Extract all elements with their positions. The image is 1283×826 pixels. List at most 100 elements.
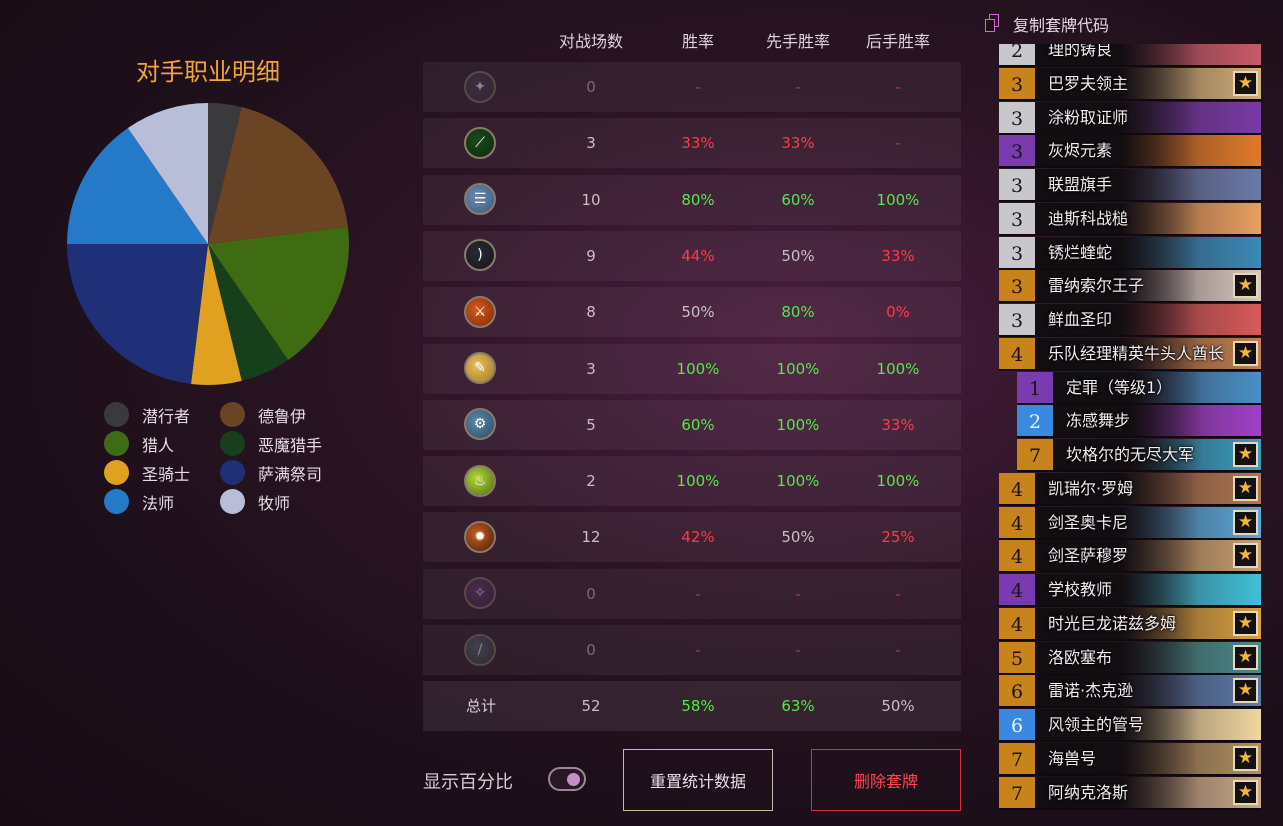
legend-item[interactable]: 圣骑士 bbox=[104, 460, 220, 485]
header-first-winrate[interactable]: 先手胜率 bbox=[743, 28, 853, 52]
legend-item[interactable]: 牧师 bbox=[220, 489, 336, 514]
chart-title: 对手职业明细 bbox=[136, 58, 280, 86]
table-row[interactable]: ⚙ 5 60% 100% 33% bbox=[423, 399, 961, 450]
card-cost: 4 bbox=[999, 337, 1035, 369]
first-winrate-value: 33% bbox=[781, 134, 815, 153]
pie-legend: 潜行者 德鲁伊猎人 恶魔猎手 圣骑士 萨满祭司 法师 牧师 bbox=[104, 402, 344, 514]
deck-card[interactable]: 4 凯瑞尔·罗姆 ★ bbox=[999, 472, 1261, 506]
second-winrate-value: 100% bbox=[876, 359, 920, 378]
legendary-star-icon: ★ bbox=[1233, 340, 1258, 366]
reset-stats-button[interactable]: 重置统计数据 bbox=[623, 749, 773, 811]
deck-card[interactable]: 3 鲜血圣印 bbox=[999, 304, 1261, 337]
second-winrate-value: 100% bbox=[876, 472, 920, 491]
table-row[interactable]: ✧ 0 - - - bbox=[423, 568, 961, 619]
second-winrate-value: 33% bbox=[881, 246, 915, 265]
card-cost: 7 bbox=[1017, 439, 1053, 470]
legendary-star-icon: ★ bbox=[1233, 442, 1258, 467]
deck-card[interactable]: 2 冻感舞步 bbox=[1017, 405, 1261, 439]
second-winrate-value: - bbox=[895, 134, 901, 153]
class-icon-cell: ✎ bbox=[450, 344, 510, 394]
card-name: 雷诺·杰克逊 bbox=[1048, 681, 1134, 701]
class-icon-cell: ⚔ bbox=[450, 287, 510, 337]
total-label: 总计 bbox=[465, 697, 496, 715]
deck-card[interactable]: 4 剑圣萨穆罗 ★ bbox=[999, 540, 1261, 574]
table-row[interactable]: ✦ 0 - - - bbox=[423, 62, 961, 112]
legend-swatch bbox=[104, 460, 129, 485]
class-icon-purple-faded: ✧ bbox=[464, 577, 496, 610]
table-row[interactable]: ☰ 10 80% 60% 100% bbox=[423, 174, 961, 225]
deck-card[interactable]: 3 联盟旗手 bbox=[999, 169, 1261, 202]
card-name: 剑圣萨穆罗 bbox=[1048, 546, 1129, 566]
deck-card[interactable]: 2 理的铸良 bbox=[999, 44, 1261, 67]
games-count: 12 bbox=[581, 528, 601, 547]
winrate-value: 33% bbox=[681, 134, 715, 153]
deck-card[interactable]: 6 风领主的管号 bbox=[999, 709, 1261, 742]
deck-card[interactable]: 5 洛欧塞布 ★ bbox=[999, 641, 1261, 675]
class-icon-cell: ✦ bbox=[450, 62, 510, 112]
class-icon-sword-faded: / bbox=[464, 633, 496, 666]
opponent-class-pie-chart bbox=[67, 103, 349, 386]
games-count: 0 bbox=[586, 584, 596, 603]
legend-item[interactable]: 萨满祭司 bbox=[220, 460, 336, 485]
legend-item[interactable]: 恶魔猎手 bbox=[220, 431, 336, 456]
legendary-star-icon: ★ bbox=[1233, 745, 1258, 771]
legend-swatch bbox=[104, 431, 129, 456]
table-row[interactable]: ✹ 12 42% 50% 25% bbox=[423, 512, 961, 563]
card-cost: 6 bbox=[999, 709, 1035, 740]
deck-card[interactable]: 4 学校教师 bbox=[999, 574, 1261, 607]
legendary-star-icon: ★ bbox=[1233, 543, 1258, 569]
deck-card[interactable]: 4 乐队经理精英牛头人酋长 ★ bbox=[999, 337, 1261, 371]
copy-deck-code-button[interactable]: 复制套牌代码 bbox=[985, 12, 1109, 36]
second-winrate-value: 0% bbox=[886, 303, 910, 322]
show-percentage-toggle[interactable] bbox=[548, 767, 586, 791]
legend-item[interactable]: 德鲁伊 bbox=[220, 402, 336, 427]
deck-card[interactable]: 3 巴罗夫领主 ★ bbox=[999, 67, 1261, 101]
card-cost: 4 bbox=[999, 607, 1035, 639]
header-games[interactable]: 对战场数 bbox=[536, 28, 646, 52]
deck-card[interactable]: 7 坎格尔的无尽大军 ★ bbox=[1017, 439, 1261, 472]
class-icon-cell: ⚙ bbox=[450, 400, 510, 450]
legendary-star-icon: ★ bbox=[1233, 475, 1258, 501]
card-name: 海兽号 bbox=[1048, 748, 1097, 768]
card-cost: 3 bbox=[999, 169, 1035, 200]
winrate-value: 44% bbox=[681, 246, 715, 265]
card-cost: 2 bbox=[1017, 405, 1053, 437]
second-winrate-value: 25% bbox=[881, 528, 915, 547]
winrate-value: - bbox=[695, 641, 701, 659]
table-row[interactable]: ) 9 44% 50% 33% bbox=[423, 230, 961, 281]
card-name: 乐队经理精英牛头人酋长 bbox=[1048, 343, 1225, 363]
deck-card[interactable]: 7 阿纳克洛斯 ★ bbox=[999, 776, 1261, 810]
header-second-winrate[interactable]: 后手胜率 bbox=[843, 28, 953, 52]
delete-deck-button[interactable]: 删除套牌 bbox=[811, 749, 961, 811]
deck-card[interactable]: 1 定罪（等级1） bbox=[1017, 371, 1261, 405]
legend-item[interactable]: 法师 bbox=[104, 489, 220, 514]
legend-item[interactable]: 潜行者 bbox=[104, 402, 220, 427]
table-row[interactable]: ✎ 3 100% 100% 100% bbox=[423, 343, 961, 394]
deck-card[interactable]: 3 迪斯科战槌 bbox=[999, 202, 1261, 236]
deck-card[interactable]: 6 雷诺·杰克逊 ★ bbox=[999, 675, 1261, 709]
deck-card-list[interactable]: 2 理的铸良 3 巴罗夫领主 ★ 3 涂粉取证师 3 灰烬元素 3 联盟旗手 3 迪斯科战槌 3 锈烂蝰蛇 3… bbox=[999, 44, 1261, 810]
pie-slice-5[interactable] bbox=[67, 244, 208, 384]
deck-card[interactable]: 3 雷纳索尔王子 ★ bbox=[999, 270, 1261, 304]
header-winrate[interactable]: 胜率 bbox=[643, 28, 753, 52]
table-row[interactable]: ⟋ 3 33% 33% - bbox=[423, 118, 961, 169]
legend-swatch bbox=[220, 489, 245, 514]
deck-card[interactable]: 3 涂粉取证师 bbox=[999, 101, 1261, 135]
card-cost: 3 bbox=[999, 304, 1035, 335]
table-row[interactable]: ♨ 2 100% 100% 100% bbox=[423, 456, 961, 507]
table-row[interactable]: / 0 - - - bbox=[423, 625, 961, 675]
deck-card[interactable]: 7 海兽号 ★ bbox=[999, 742, 1261, 776]
legendary-star-icon: ★ bbox=[1233, 678, 1258, 704]
legend-item[interactable]: 猎人 bbox=[104, 431, 220, 456]
deck-card[interactable]: 4 时光巨龙诺兹多姆 ★ bbox=[999, 607, 1261, 641]
deck-card[interactable]: 4 剑圣奥卡尼 ★ bbox=[999, 506, 1261, 540]
legend-label: 猎人 bbox=[142, 435, 175, 455]
class-icon-blue-scroll: ☰ bbox=[464, 183, 496, 216]
table-row[interactable]: ⚔ 8 50% 80% 0% bbox=[423, 287, 961, 338]
card-cost: 3 bbox=[999, 270, 1035, 302]
deck-card[interactable]: 3 灰烬元素 bbox=[999, 135, 1261, 169]
second-winrate-value: 100% bbox=[876, 190, 920, 209]
deck-card[interactable]: 3 锈烂蝰蛇 bbox=[999, 236, 1261, 270]
card-name: 涂粉取证师 bbox=[1048, 107, 1129, 127]
card-cost: 3 bbox=[999, 202, 1035, 234]
